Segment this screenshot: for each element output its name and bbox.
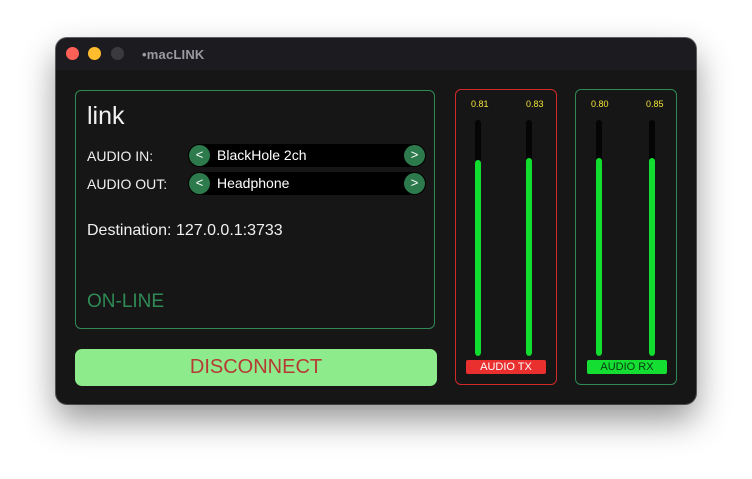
audio-in-label: AUDIO IN: bbox=[87, 148, 154, 164]
tx-left-level-value: 0.81 bbox=[471, 99, 489, 109]
tx-left-meter-track bbox=[475, 120, 481, 356]
rx-right-meter-fill bbox=[649, 157, 655, 356]
audio-tx-meter-panel: 0.81 0.83 AUDIO TX bbox=[455, 89, 557, 385]
minimize-window-button[interactable] bbox=[88, 47, 101, 60]
audio-in-value: BlackHole 2ch bbox=[217, 147, 307, 163]
tx-right-meter-fill bbox=[526, 157, 532, 356]
rx-left-meter-track bbox=[596, 120, 602, 356]
audio-out-prev-button[interactable]: < bbox=[189, 173, 210, 194]
audio-out-next-button[interactable]: > bbox=[404, 173, 425, 194]
tx-left-meter-fill bbox=[475, 160, 481, 356]
audio-rx-label: AUDIO RX bbox=[587, 360, 667, 374]
rx-right-meter-track bbox=[649, 120, 655, 356]
audio-rx-meter-panel: 0.80 0.85 AUDIO RX bbox=[575, 89, 677, 385]
audio-in-selector: < BlackHole 2ch > bbox=[188, 144, 426, 167]
audio-in-prev-button[interactable]: < bbox=[189, 145, 210, 166]
app-window: •macLINK link AUDIO IN: < BlackHole 2ch … bbox=[56, 38, 696, 404]
title-bar[interactable]: •macLINK bbox=[56, 38, 696, 70]
zoom-window-button[interactable] bbox=[111, 47, 124, 60]
audio-in-next-button[interactable]: > bbox=[404, 145, 425, 166]
window-title: •macLINK bbox=[142, 47, 205, 62]
rx-left-meter-fill bbox=[596, 157, 602, 356]
disconnect-button[interactable]: DISCONNECT bbox=[75, 349, 437, 386]
audio-out-selector: < Headphone > bbox=[188, 172, 426, 195]
link-title: link bbox=[87, 102, 125, 130]
audio-out-label: AUDIO OUT: bbox=[87, 176, 168, 192]
audio-out-value: Headphone bbox=[217, 175, 290, 191]
status-text: ON-LINE bbox=[87, 291, 165, 312]
rx-right-level-value: 0.85 bbox=[646, 99, 664, 109]
tx-right-level-value: 0.83 bbox=[526, 99, 544, 109]
rx-left-level-value: 0.80 bbox=[591, 99, 609, 109]
audio-tx-label: AUDIO TX bbox=[466, 360, 546, 374]
close-window-button[interactable] bbox=[66, 47, 79, 60]
link-panel: link AUDIO IN: < BlackHole 2ch > AUDIO O… bbox=[75, 90, 435, 329]
destination-text: Destination: 127.0.0.1:3733 bbox=[87, 222, 283, 239]
tx-right-meter-track bbox=[526, 120, 532, 356]
